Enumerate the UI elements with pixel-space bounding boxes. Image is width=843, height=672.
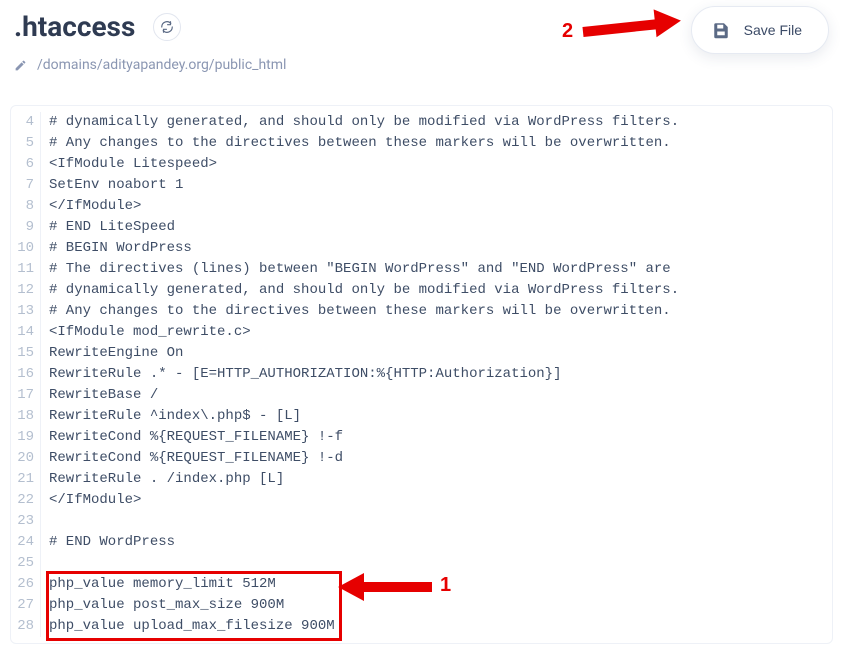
code-text[interactable]: # dynamically generated, and should only…: [49, 280, 679, 301]
breadcrumb-path: /domains/adityapandey.org/public_html: [37, 57, 286, 73]
code-line[interactable]: 10 # BEGIN WordPress: [11, 238, 832, 259]
code-text[interactable]: </IfModule>: [49, 196, 141, 217]
code-text[interactable]: </IfModule>: [49, 490, 141, 511]
code-text[interactable]: RewriteRule .* - [E=HTTP_AUTHORIZATION:%…: [49, 364, 561, 385]
line-number: 6: [11, 154, 41, 175]
line-number: 25: [11, 553, 41, 574]
line-number: 19: [11, 427, 41, 448]
code-text[interactable]: RewriteEngine On: [49, 343, 183, 364]
line-number: 26: [11, 574, 41, 595]
line-number: 11: [11, 259, 41, 280]
file-title: .htaccess: [14, 10, 135, 43]
code-line[interactable]: 19 RewriteCond %{REQUEST_FILENAME} !-f: [11, 427, 832, 448]
refresh-icon: [160, 20, 174, 34]
code-text[interactable]: RewriteRule . /index.php [L]: [49, 469, 284, 490]
code-line[interactable]: 27 php_value post_max_size 900M: [11, 595, 832, 616]
code-text[interactable]: # Any changes to the directives between …: [49, 133, 671, 154]
code-area[interactable]: 4 # dynamically generated, and should onl…: [11, 112, 832, 637]
code-text[interactable]: # BEGIN WordPress: [49, 238, 192, 259]
save-file-button[interactable]: Save File: [691, 6, 829, 54]
line-number: 20: [11, 448, 41, 469]
code-line[interactable]: 11 # The directives (lines) between "BEGI…: [11, 259, 832, 280]
code-text[interactable]: <IfModule Litespeed>: [49, 154, 217, 175]
code-editor[interactable]: 4 # dynamically generated, and should onl…: [10, 105, 833, 644]
code-line[interactable]: 22 </IfModule>: [11, 490, 832, 511]
line-number: 28: [11, 616, 41, 637]
code-text[interactable]: SetEnv noabort 1: [49, 175, 183, 196]
code-text[interactable]: # END LiteSpeed: [49, 217, 175, 238]
code-text[interactable]: RewriteCond %{REQUEST_FILENAME} !-d: [49, 448, 343, 469]
line-number: 8: [11, 196, 41, 217]
code-text[interactable]: RewriteBase /: [49, 385, 158, 406]
code-line[interactable]: 5 # Any changes to the directives between…: [11, 133, 832, 154]
code-text[interactable]: php_value memory_limit 512M: [49, 574, 276, 595]
line-number: 5: [11, 133, 41, 154]
code-line[interactable]: 15 RewriteEngine On: [11, 343, 832, 364]
code-line[interactable]: 14 <IfModule mod_rewrite.c>: [11, 322, 832, 343]
code-text[interactable]: <IfModule mod_rewrite.c>: [49, 322, 251, 343]
line-number: 27: [11, 595, 41, 616]
code-line[interactable]: 21 RewriteRule . /index.php [L]: [11, 469, 832, 490]
code-line[interactable]: 26 php_value memory_limit 512M: [11, 574, 832, 595]
code-text[interactable]: RewriteRule ^index\.php$ - [L]: [49, 406, 301, 427]
code-text[interactable]: # Any changes to the directives between …: [49, 301, 671, 322]
line-number: 14: [11, 322, 41, 343]
line-number: 15: [11, 343, 41, 364]
code-line[interactable]: 6 <IfModule Litespeed>: [11, 154, 832, 175]
line-number: 16: [11, 364, 41, 385]
title-row: .htaccess Save File: [14, 10, 829, 43]
code-line[interactable]: 8 </IfModule>: [11, 196, 832, 217]
annotation-label-1: 1: [440, 574, 451, 597]
line-number: 17: [11, 385, 41, 406]
code-line[interactable]: 28 php_value upload_max_filesize 900M: [11, 616, 832, 637]
save-file-label: Save File: [744, 22, 802, 38]
pencil-icon: [14, 59, 27, 72]
line-number: 24: [11, 532, 41, 553]
code-line[interactable]: 4 # dynamically generated, and should onl…: [11, 112, 832, 133]
code-line[interactable]: 9 # END LiteSpeed: [11, 217, 832, 238]
breadcrumb[interactable]: /domains/adityapandey.org/public_html: [14, 57, 829, 73]
line-number: 18: [11, 406, 41, 427]
code-text[interactable]: # END WordPress: [49, 532, 175, 553]
code-line[interactable]: 13 # Any changes to the directives betwee…: [11, 301, 832, 322]
code-line[interactable]: 18 RewriteRule ^index\.php$ - [L]: [11, 406, 832, 427]
refresh-button[interactable]: [153, 13, 181, 41]
line-number: 22: [11, 490, 41, 511]
code-line[interactable]: 23: [11, 511, 832, 532]
code-line[interactable]: 16 RewriteRule .* - [E=HTTP_AUTHORIZATION…: [11, 364, 832, 385]
annotation-label-2: 2: [562, 20, 573, 43]
save-icon: [712, 21, 730, 39]
code-text[interactable]: RewriteCond %{REQUEST_FILENAME} !-f: [49, 427, 343, 448]
code-text[interactable]: # dynamically generated, and should only…: [49, 112, 679, 133]
line-number: 7: [11, 175, 41, 196]
line-number: 21: [11, 469, 41, 490]
editor-header: .htaccess Save File /domains/adityapande…: [0, 0, 843, 81]
code-text[interactable]: php_value post_max_size 900M: [49, 595, 284, 616]
line-number: 4: [11, 112, 41, 133]
code-text[interactable]: # The directives (lines) between "BEGIN …: [49, 259, 671, 280]
line-number: 9: [11, 217, 41, 238]
code-line[interactable]: 12 # dynamically generated, and should on…: [11, 280, 832, 301]
code-line[interactable]: 7 SetEnv noabort 1: [11, 175, 832, 196]
code-line[interactable]: 20 RewriteCond %{REQUEST_FILENAME} !-d: [11, 448, 832, 469]
code-text[interactable]: php_value upload_max_filesize 900M: [49, 616, 335, 637]
code-line[interactable]: 24 # END WordPress: [11, 532, 832, 553]
line-number: 12: [11, 280, 41, 301]
line-number: 23: [11, 511, 41, 532]
line-number: 10: [11, 238, 41, 259]
line-number: 13: [11, 301, 41, 322]
code-line[interactable]: 25: [11, 553, 832, 574]
code-line[interactable]: 17 RewriteBase /: [11, 385, 832, 406]
